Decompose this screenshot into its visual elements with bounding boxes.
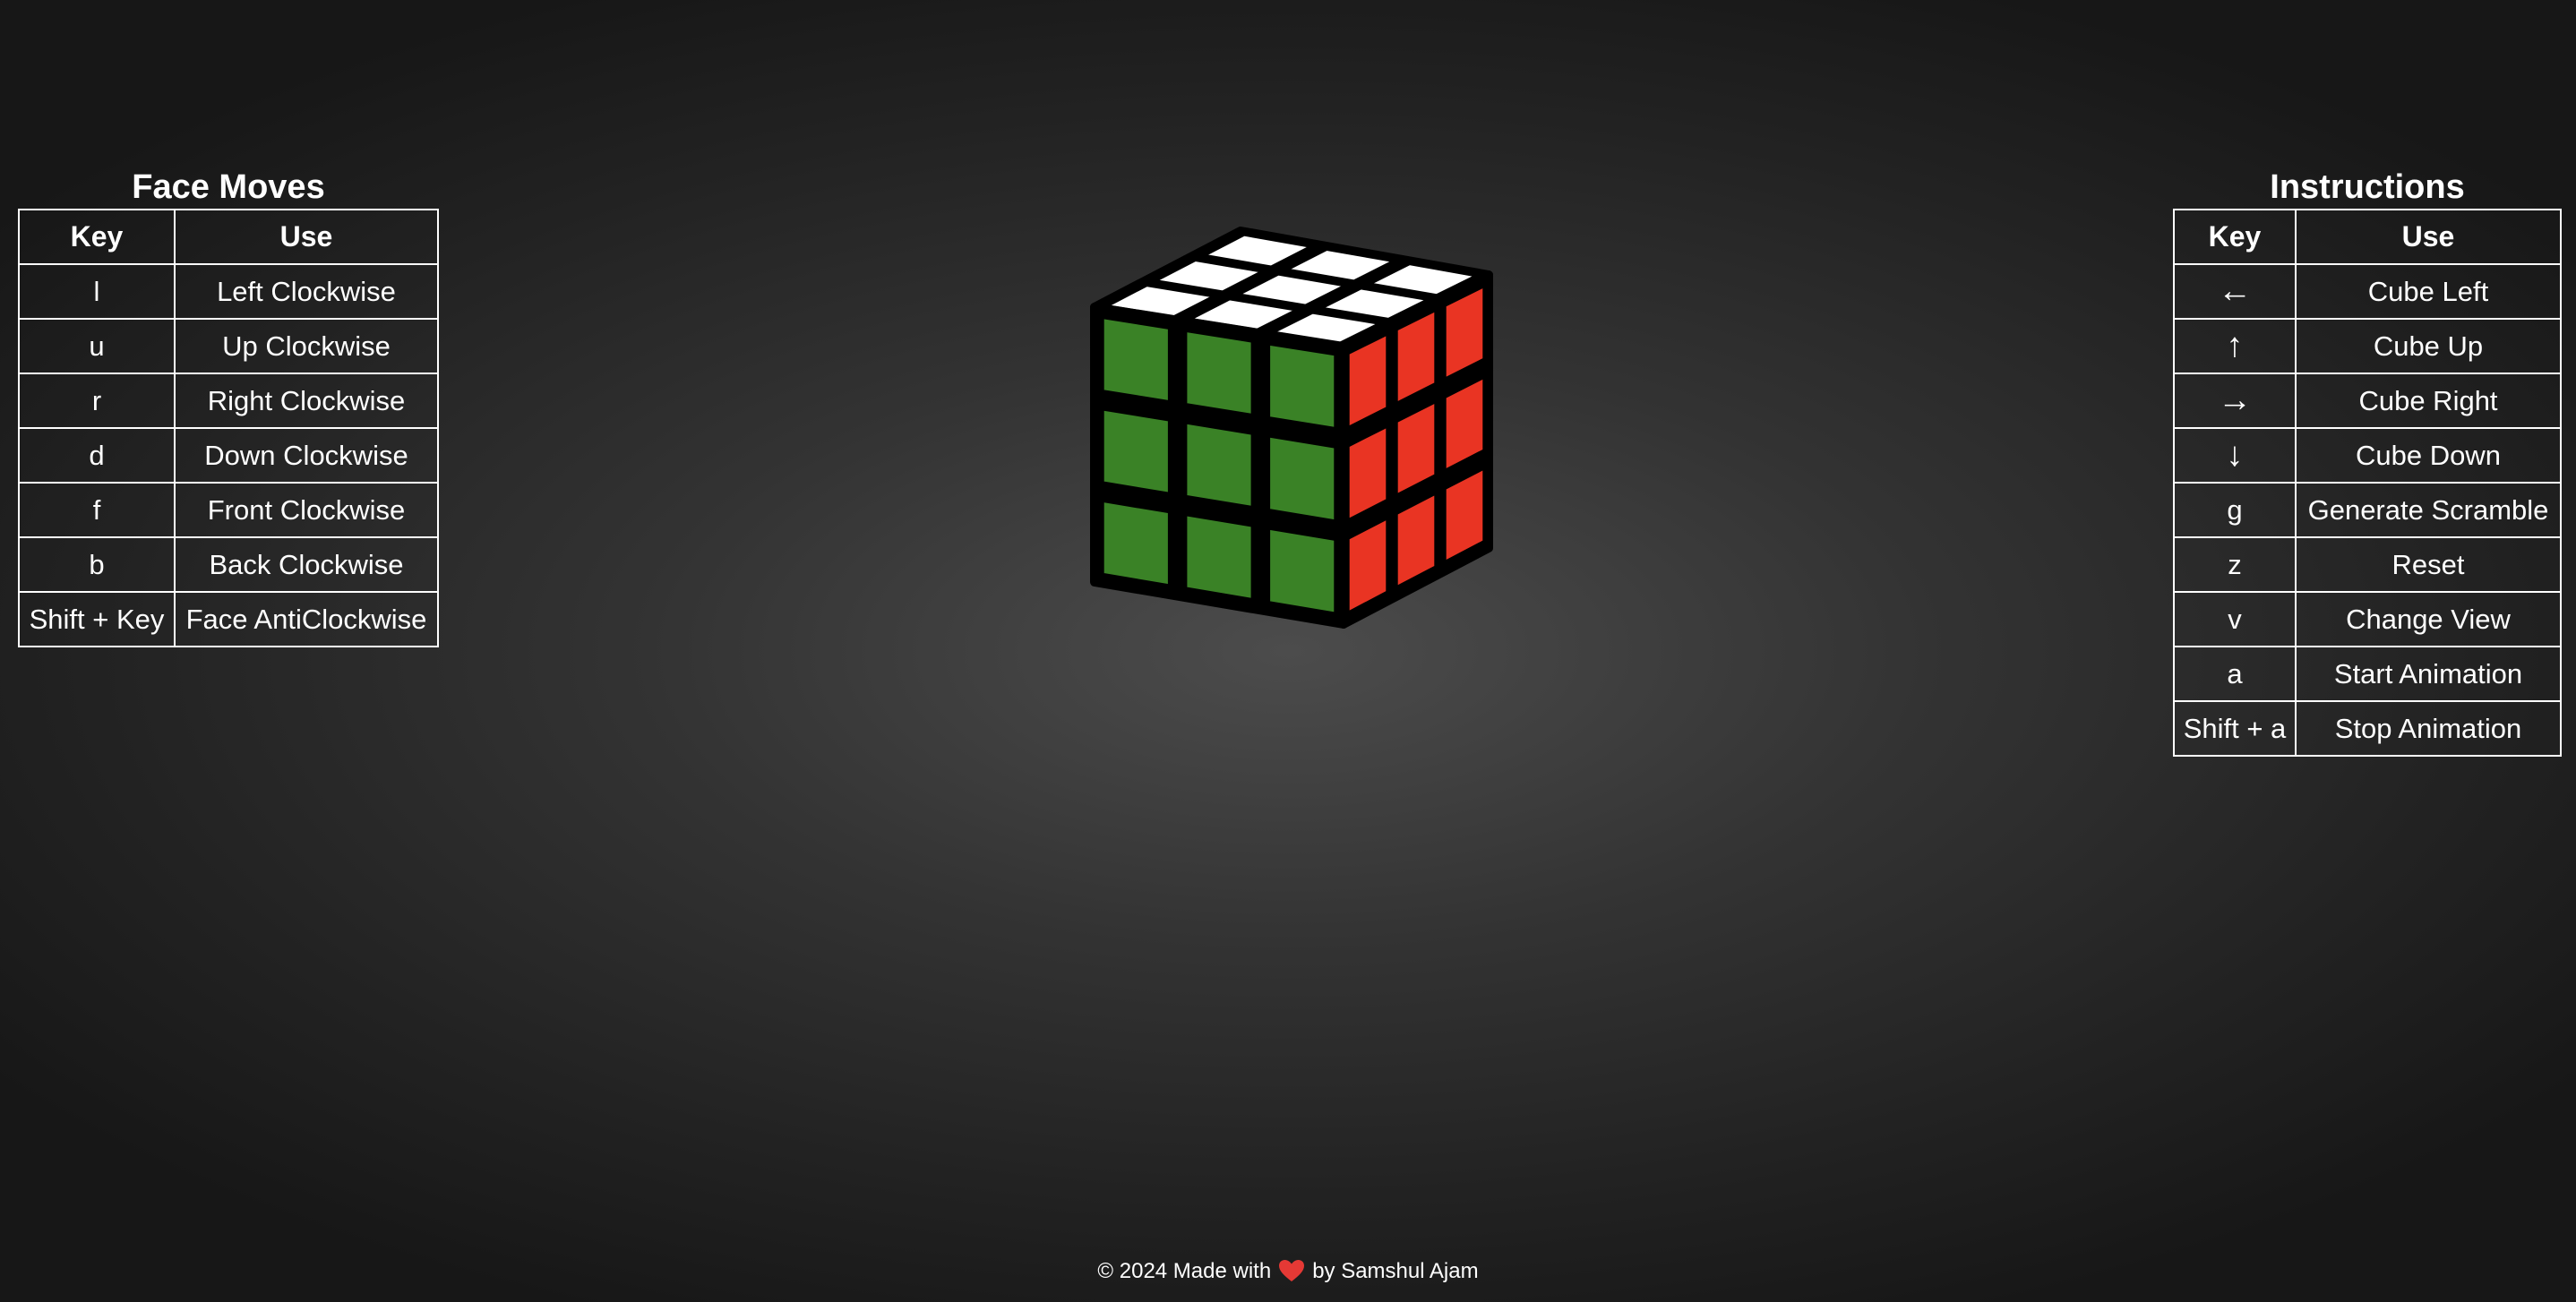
use-column-header: Use	[2295, 209, 2562, 265]
key-cell: Shift + Key	[18, 591, 176, 647]
table-row: Shift + Key Face AntiClockwise	[18, 591, 439, 647]
key-cell: b	[18, 536, 176, 593]
use-cell: Change View	[2295, 591, 2562, 647]
table-row: g Generate Scramble	[2173, 482, 2562, 538]
table-row: r Right Clockwise	[18, 373, 439, 429]
use-cell: Down Clockwise	[174, 427, 439, 484]
key-cell: u	[18, 318, 176, 374]
table-row: Shift + a Stop Animation	[2173, 700, 2562, 757]
use-column-header: Use	[174, 209, 439, 265]
use-cell: Cube Down	[2295, 427, 2562, 484]
key-cell: v	[2173, 591, 2297, 647]
front-sticker	[1102, 317, 1170, 403]
footer-prefix: © 2024 Made with	[1097, 1259, 1272, 1283]
key-cell: f	[18, 482, 176, 538]
key-cell: d	[18, 427, 176, 484]
footer-suffix: by Samshul Ajam	[1312, 1259, 1479, 1283]
key-cell: →	[2173, 373, 2297, 429]
front-sticker	[1268, 435, 1336, 522]
instructions-table: Key Use ← Cube Left ↑ Cube Up → Cube Rig…	[2173, 209, 2562, 757]
front-sticker	[1268, 527, 1336, 614]
key-cell: g	[2173, 482, 2297, 538]
table-row: l Left Clockwise	[18, 263, 439, 320]
front-sticker	[1185, 422, 1253, 509]
table-row: → Cube Right	[2173, 373, 2562, 429]
rubiks-cube[interactable]	[1075, 215, 1505, 636]
table-row: f Front Clockwise	[18, 482, 439, 538]
use-cell: Start Animation	[2295, 646, 2562, 702]
front-sticker	[1102, 500, 1170, 587]
use-cell: Stop Animation	[2295, 700, 2562, 757]
instructions-title: Instructions	[2270, 168, 2465, 206]
table-row: ↓ Cube Down	[2173, 427, 2562, 484]
use-cell: Right Clockwise	[174, 373, 439, 429]
key-cell: z	[2173, 536, 2297, 593]
use-cell: Face AntiClockwise	[174, 591, 439, 647]
key-cell: a	[2173, 646, 2297, 702]
table-row: z Reset	[2173, 536, 2562, 593]
face-moves-table: Key Use l Left Clockwise u Up Clockwise …	[18, 209, 439, 647]
table-row: d Down Clockwise	[18, 427, 439, 484]
use-cell: Back Clockwise	[174, 536, 439, 593]
table-row: a Start Animation	[2173, 646, 2562, 702]
face-moves-title: Face Moves	[132, 168, 325, 206]
face-moves-panel: Face Moves Key Use l Left Clockwise u Up…	[18, 166, 439, 647]
key-cell: ←	[2173, 263, 2297, 320]
use-cell: Up Clockwise	[174, 318, 439, 374]
key-cell: ↓	[2173, 427, 2297, 484]
table-row: v Change View	[2173, 591, 2562, 647]
table-row: ← Cube Left	[2173, 263, 2562, 320]
use-cell: Left Clockwise	[174, 263, 439, 320]
key-cell: l	[18, 263, 176, 320]
front-sticker	[1185, 514, 1253, 601]
key-cell: Shift + a	[2173, 700, 2297, 757]
front-sticker	[1102, 408, 1170, 494]
instructions-panel: Instructions Key Use ← Cube Left ↑ Cube …	[2173, 166, 2562, 757]
use-cell: Cube Right	[2295, 373, 2562, 429]
key-column-header: Key	[2173, 209, 2297, 265]
front-sticker	[1268, 343, 1336, 430]
key-column-header: Key	[18, 209, 176, 265]
footer: © 2024 Made with by Samshul Ajam	[0, 1255, 2576, 1288]
use-cell: Cube Left	[2295, 263, 2562, 320]
table-row: ↑ Cube Up	[2173, 318, 2562, 374]
table-row: u Up Clockwise	[18, 318, 439, 374]
key-cell: ↑	[2173, 318, 2297, 374]
use-cell: Reset	[2295, 536, 2562, 593]
table-header-row: Key Use	[2173, 209, 2562, 265]
use-cell: Front Clockwise	[174, 482, 439, 538]
key-cell: r	[18, 373, 176, 429]
table-row: b Back Clockwise	[18, 536, 439, 593]
use-cell: Generate Scramble	[2295, 482, 2562, 538]
front-sticker	[1185, 330, 1253, 416]
table-header-row: Key Use	[18, 209, 439, 265]
heart-icon	[1279, 1260, 1305, 1281]
use-cell: Cube Up	[2295, 318, 2562, 374]
